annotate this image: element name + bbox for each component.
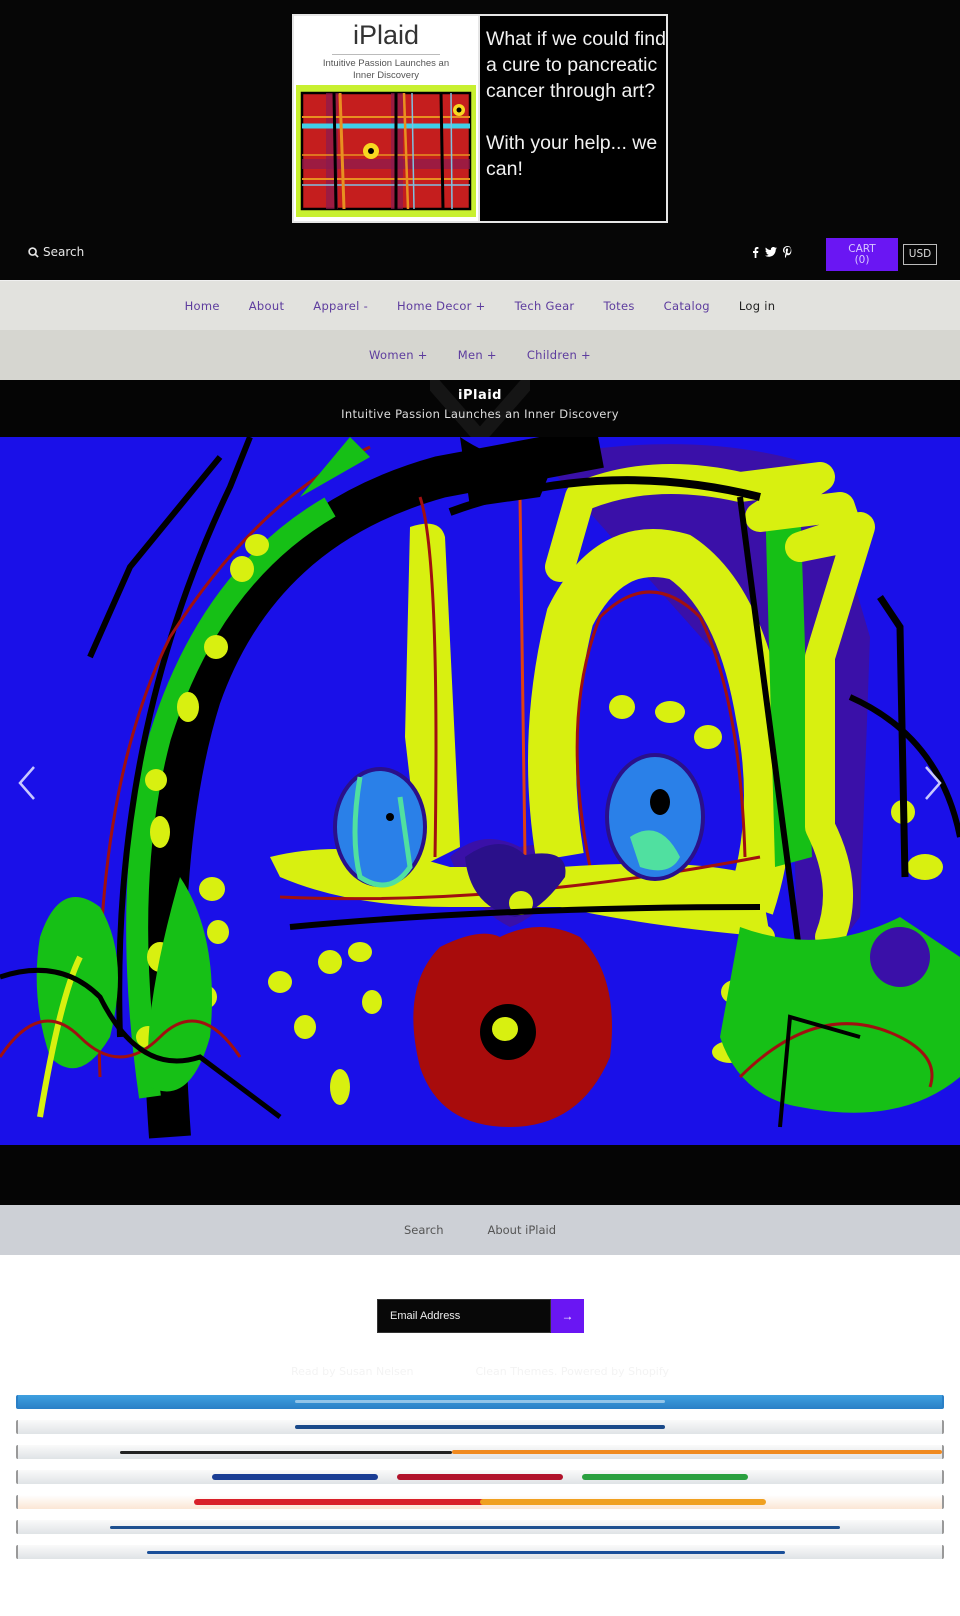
twitter-icon[interactable] — [765, 247, 777, 257]
footer-nav: Search About iPlaid — [0, 1205, 960, 1255]
credit-author: Read by Susan Nelsen — [290, 1365, 414, 1378]
newsletter-signup: → — [0, 1255, 960, 1365]
currency-selector[interactable]: USD — [903, 244, 937, 265]
chevron-right-icon[interactable] — [922, 765, 944, 801]
banner-message-cta: With your help... we can! — [486, 132, 658, 180]
plaid-artwork — [296, 85, 476, 217]
banner-divider — [332, 54, 440, 55]
cart-button[interactable]: CART (0) — [826, 238, 898, 271]
nav-item-apparel[interactable]: Apparel - — [313, 299, 368, 313]
nav-item-login[interactable]: Log in — [739, 299, 775, 313]
banner-logo-subtitle: Intuitive Passion Launches an Inner Disc… — [322, 58, 450, 81]
nav-item-totes[interactable]: Totes — [603, 299, 634, 313]
paypal-icon — [16, 1520, 944, 1534]
amex-icon — [16, 1395, 944, 1409]
banner-message: What if we could find a cure to pancreat… — [480, 16, 666, 221]
facebook-icon[interactable] — [752, 246, 759, 258]
hero-tagline: Intuitive Passion Launches an Inner Disc… — [341, 407, 619, 421]
subnav-item-men[interactable]: Men + — [458, 348, 497, 362]
promo-banner[interactable]: iPlaid Intuitive Passion Launches an Inn… — [292, 14, 668, 223]
banner-logo-title: iPlaid — [352, 20, 420, 50]
site-header: iPlaid Intuitive Passion Launches an Inn… — [0, 0, 960, 280]
cart-count: (0) — [854, 253, 870, 266]
nav-item-home[interactable]: Home — [185, 299, 220, 313]
footer-credits: Read by Susan Nelsen Clean Themes. Power… — [0, 1365, 960, 1395]
nav-item-catalog[interactable]: Catalog — [664, 299, 710, 313]
hero-title: iPlaid — [458, 388, 502, 403]
hero-slideshow[interactable] — [0, 437, 960, 1145]
page-bottom-spacer — [0, 1570, 960, 1610]
nav-item-about[interactable]: About — [249, 299, 285, 313]
newsletter-submit-button[interactable]: → — [551, 1299, 584, 1333]
nav-item-tech-gear[interactable]: Tech Gear — [515, 299, 575, 313]
main-nav: Home About Apparel - Home Decor + Tech G… — [0, 280, 960, 330]
footer-link-search[interactable]: Search — [404, 1223, 444, 1237]
subnav-item-women[interactable]: Women + — [369, 348, 428, 362]
discover-icon — [16, 1445, 944, 1459]
email-address-input[interactable] — [377, 1299, 551, 1333]
hero-header: iPlaid Intuitive Passion Launches an Inn… — [0, 380, 960, 437]
search-label: Search — [43, 245, 85, 259]
diners-club-icon — [16, 1420, 944, 1434]
search-icon — [28, 246, 39, 258]
jcb-icon — [16, 1470, 944, 1484]
slideshow-footer-bar — [0, 1145, 960, 1205]
newsletter-form: → — [377, 1299, 584, 1333]
visa-icon — [16, 1545, 944, 1559]
chevron-left-icon[interactable] — [16, 765, 38, 801]
social-links — [752, 246, 792, 258]
banner-message-question: What if we could find a cure to pancreat… — [486, 28, 666, 102]
banner-logo-panel: iPlaid Intuitive Passion Launches an Inn… — [294, 16, 480, 221]
sub-nav-apparel: Women + Men + Children + — [0, 330, 960, 380]
payment-icons — [0, 1395, 960, 1559]
credit-platform[interactable]: Clean Themes. Powered by Shopify — [476, 1365, 670, 1395]
header-search-link[interactable]: Search — [28, 245, 84, 259]
subnav-item-children[interactable]: Children + — [527, 348, 591, 362]
hero-artwork — [0, 437, 960, 1145]
footer-link-about[interactable]: About iPlaid — [487, 1223, 556, 1237]
pinterest-icon[interactable] — [783, 246, 792, 258]
mastercard-icon — [16, 1495, 944, 1509]
cart-label: CART — [848, 243, 876, 255]
nav-item-home-decor[interactable]: Home Decor + — [397, 299, 486, 313]
